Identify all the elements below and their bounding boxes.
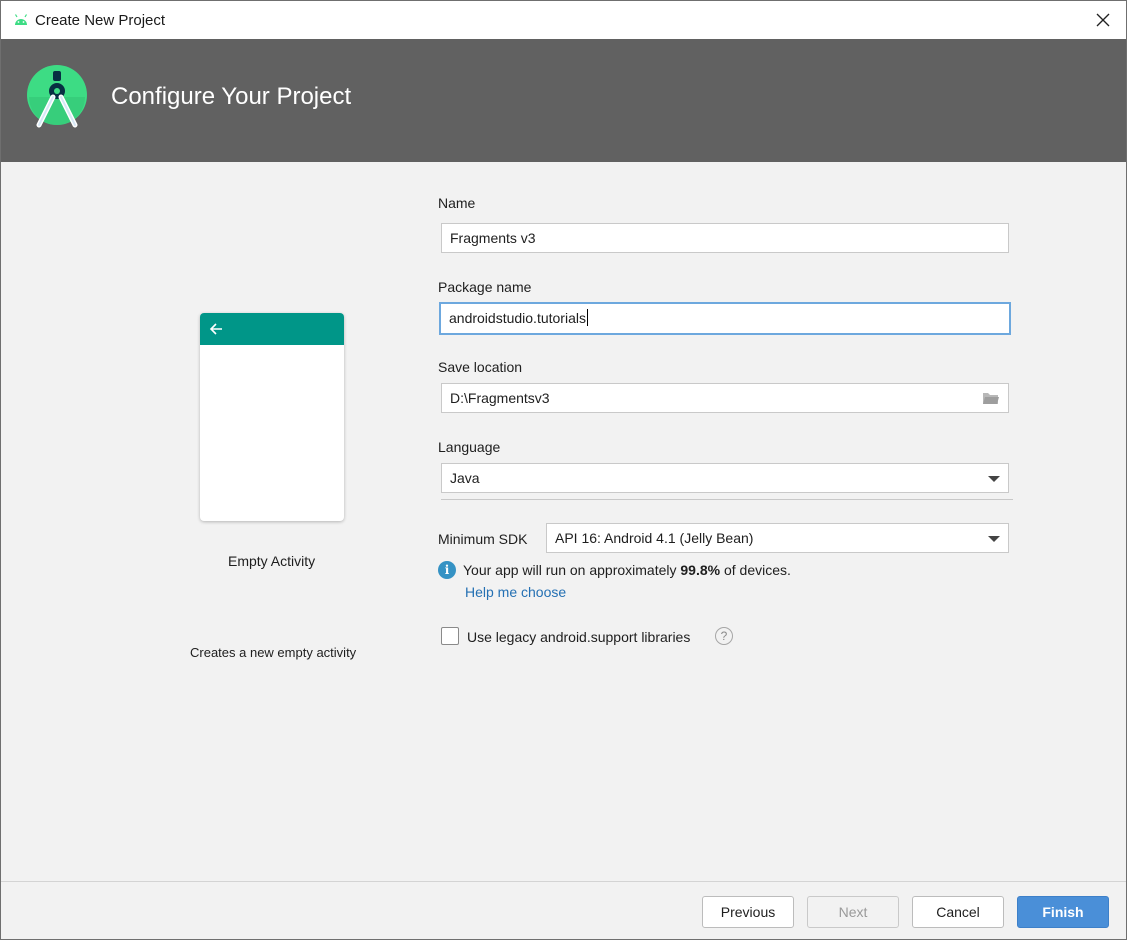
package-label: Package name <box>438 279 532 295</box>
chevron-down-icon <box>988 476 1000 482</box>
template-description: Creates a new empty activity <box>190 645 357 660</box>
title-bar: Create New Project <box>1 1 1126 39</box>
dialog-footer: Previous Next Cancel Finish <box>1 881 1126 939</box>
create-project-dialog: Create New Project Configure Your Projec… <box>0 0 1127 940</box>
package-value: androidstudio.tutorials <box>449 310 586 326</box>
text-caret <box>586 309 588 326</box>
legacy-support-checkbox[interactable] <box>441 627 459 645</box>
cancel-button[interactable]: Cancel <box>912 896 1004 928</box>
location-value: D:\Fragmentsv3 <box>450 390 550 406</box>
save-location-field[interactable]: D:\Fragmentsv3 <box>441 383 1009 413</box>
android-icon <box>14 14 28 25</box>
legacy-support-label[interactable]: Use legacy android.support libraries <box>467 629 690 645</box>
template-name: Empty Activity <box>228 553 316 569</box>
help-icon[interactable]: ? <box>715 627 733 645</box>
previous-button[interactable]: Previous <box>702 896 794 928</box>
name-field[interactable]: Fragments v3 <box>441 223 1009 253</box>
next-button[interactable]: Next <box>807 896 899 928</box>
coverage-prefix: Your app will run on approximately <box>463 562 681 578</box>
folder-icon[interactable] <box>982 391 1000 406</box>
page-title: Configure Your Project <box>111 83 352 110</box>
min-sdk-dropdown[interactable]: API 16: Android 4.1 (Jelly Bean) <box>546 523 1009 553</box>
android-studio-logo <box>27 65 87 128</box>
name-value: Fragments v3 <box>450 230 536 246</box>
coverage-percent: 99.8% <box>680 562 721 578</box>
info-icon: i <box>438 561 456 579</box>
language-value: Java <box>450 470 480 486</box>
divider <box>441 499 1013 500</box>
finish-button[interactable]: Finish <box>1017 896 1109 928</box>
device-coverage-text: Your app will run on approximately 99.8%… <box>463 562 791 578</box>
language-label: Language <box>438 439 501 455</box>
help-me-choose-link[interactable]: Help me choose <box>465 584 566 600</box>
min-sdk-label: Minimum SDK <box>438 531 528 547</box>
package-name-field[interactable]: androidstudio.tutorials <box>439 302 1011 335</box>
name-label: Name <box>438 195 476 211</box>
window-title: Create New Project <box>35 12 166 29</box>
template-preview <box>200 313 344 521</box>
chevron-down-icon <box>988 536 1000 542</box>
sdk-value: API 16: Android 4.1 (Jelly Bean) <box>555 530 754 546</box>
arrow-left-icon <box>209 323 222 335</box>
coverage-suffix: of devices. <box>720 562 791 578</box>
location-label: Save location <box>438 359 523 375</box>
language-dropdown[interactable]: Java <box>441 463 1009 493</box>
header-banner: Configure Your Project <box>1 39 1126 162</box>
preview-appbar <box>200 313 344 345</box>
close-button[interactable] <box>1080 1 1126 39</box>
close-icon <box>1096 13 1110 27</box>
